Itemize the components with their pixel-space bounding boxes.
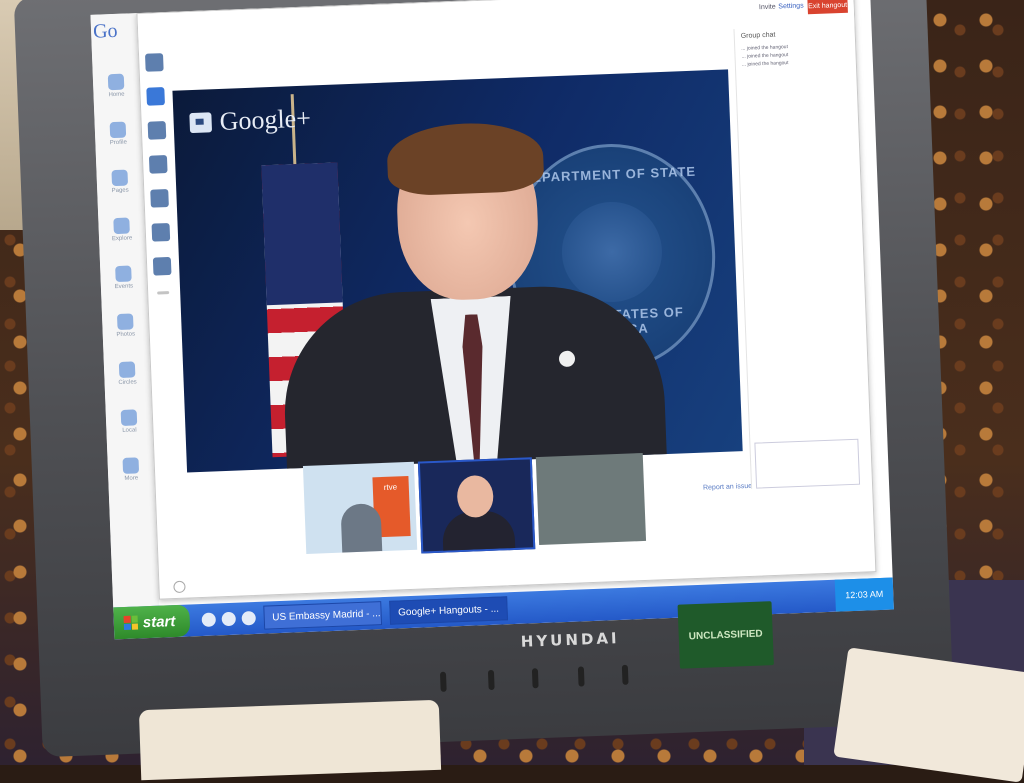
sidebar-item-home[interactable]: Home xyxy=(99,73,134,98)
google-plus-watermark: Google+ xyxy=(189,103,311,138)
chat-title: Group chat xyxy=(740,31,776,40)
start-label: start xyxy=(142,612,176,631)
participant-thumbnail[interactable] xyxy=(536,452,647,546)
sidebar-item-profile[interactable]: Profile xyxy=(101,121,136,146)
more-icon xyxy=(122,457,140,474)
explore-icon xyxy=(113,217,130,235)
screen: Go Home Profile Pages Explore Events Pho… xyxy=(90,0,894,640)
events-icon xyxy=(115,265,132,283)
classification-sticker: UNCLASSIFIED xyxy=(677,601,774,669)
photos-icon xyxy=(116,313,134,331)
windows-logo-icon xyxy=(123,615,139,631)
monitor-button[interactable] xyxy=(577,666,585,687)
google-logo: Go xyxy=(92,19,118,43)
youtube-icon[interactable] xyxy=(150,188,169,208)
effects-icon[interactable] xyxy=(148,155,168,174)
chat-icon[interactable] xyxy=(146,87,165,106)
task-label: Google+ Hangouts - ... xyxy=(397,603,500,618)
monitor: Go Home Profile Pages Explore Events Pho… xyxy=(13,0,955,758)
more-apps-icon[interactable] xyxy=(157,291,170,295)
invite-people-icon[interactable] xyxy=(144,53,164,72)
start-button[interactable]: start xyxy=(113,604,190,640)
monitor-button[interactable] xyxy=(487,669,495,691)
monitor-buttons xyxy=(439,663,681,692)
settings-button[interactable]: Settings xyxy=(778,2,804,10)
circles-icon xyxy=(118,361,136,379)
screenshare-icon[interactable] xyxy=(147,121,167,140)
exit-hangout-button[interactable]: Exit hangout xyxy=(807,0,848,15)
sidebar-item-more[interactable]: More xyxy=(114,457,149,482)
monitor-button[interactable] xyxy=(439,671,447,692)
task-label: US Embassy Madrid - ... xyxy=(272,607,381,623)
sidebar-item-pages[interactable]: Pages xyxy=(102,169,137,194)
sidebar-item-local[interactable]: Local xyxy=(112,409,147,434)
report-issue-link[interactable]: Report an issue xyxy=(703,483,752,492)
monitor-brand: HYUNDAI xyxy=(520,629,620,651)
hangout-toolbar xyxy=(143,53,175,311)
participant-thumbnail-active[interactable] xyxy=(417,457,536,554)
participant-filmstrip: rtve xyxy=(302,452,647,562)
chat-message: ... joined the hangout xyxy=(741,60,789,68)
drive-icon[interactable] xyxy=(152,256,172,276)
taskbar-item-active[interactable]: Google+ Hangouts - ... xyxy=(388,596,508,625)
hangout-window: Invite Settings Exit hangout DEPARTMENT … xyxy=(136,0,877,600)
chrome-icon[interactable] xyxy=(201,612,216,628)
quick-launch-icon[interactable] xyxy=(240,610,256,626)
pages-icon xyxy=(111,169,129,187)
invite-button[interactable]: Invite xyxy=(759,4,776,12)
home-icon xyxy=(107,73,125,91)
quick-launch xyxy=(201,610,256,628)
watermark-text: Google+ xyxy=(219,103,312,136)
clock: 12:03 AM xyxy=(845,588,884,601)
capture-icon[interactable] xyxy=(151,222,171,242)
sidebar-item-events[interactable]: Events xyxy=(106,265,141,290)
taskbar-item[interactable]: US Embassy Madrid - ... xyxy=(262,601,382,630)
sidebar-item-photos[interactable]: Photos xyxy=(108,313,143,338)
speaker xyxy=(274,120,668,473)
ie-icon[interactable] xyxy=(221,611,236,627)
system-tray: 12:03 AM xyxy=(834,577,894,612)
participant-figure xyxy=(340,503,383,554)
group-chat-panel: Group chat ... joined the hangout ... jo… xyxy=(733,24,867,489)
hair xyxy=(385,120,545,197)
paper-document xyxy=(138,699,442,781)
monitor-button[interactable] xyxy=(621,664,629,685)
sidebar-item-circles[interactable]: Circles xyxy=(110,361,145,386)
profile-icon xyxy=(109,121,127,139)
main-video: DEPARTMENT OF STATE UNITED STATES OF AME… xyxy=(172,69,743,473)
participant-thumbnail[interactable]: rtve xyxy=(302,461,417,554)
sidebar-item-explore[interactable]: Explore xyxy=(104,217,139,242)
video-camera-icon xyxy=(189,112,213,134)
chat-input[interactable] xyxy=(754,438,861,489)
help-icon[interactable] xyxy=(173,580,186,594)
local-icon xyxy=(120,409,138,426)
monitor-button[interactable] xyxy=(531,668,539,689)
